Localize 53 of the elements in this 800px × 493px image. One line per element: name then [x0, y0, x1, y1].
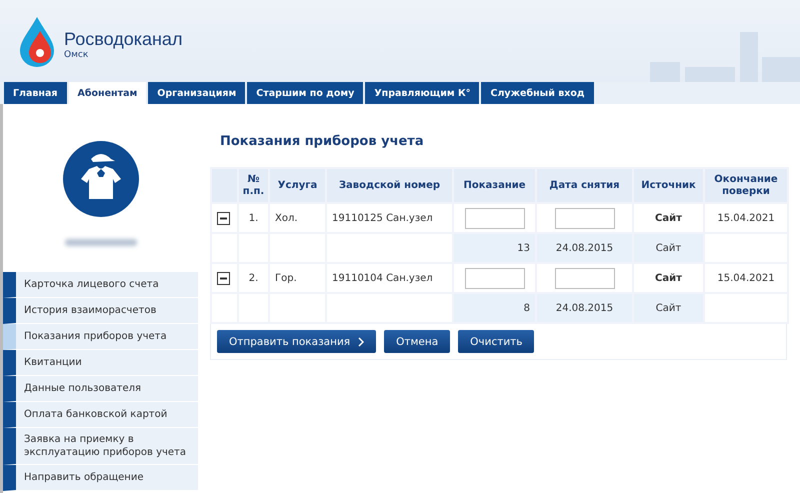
sidebar-menu-item[interactable]: Квитанции	[3, 350, 198, 376]
chevron-right-icon	[358, 336, 364, 346]
column-header: Показание	[453, 168, 536, 203]
date-input-field[interactable]	[554, 268, 614, 288]
minus-box-icon[interactable]	[217, 212, 230, 224]
column-header: Заводской номер	[326, 168, 453, 203]
column-header: Услуга	[269, 168, 326, 203]
reading-input-field[interactable]	[464, 208, 524, 228]
table-cell: 13	[453, 233, 536, 263]
column-header: № п.п.	[238, 168, 269, 203]
table-cell: Гор.	[269, 263, 326, 293]
table-cell: 19110104 Сан.узел	[326, 263, 453, 293]
table-cell: Сайт	[633, 203, 704, 233]
date-input-field[interactable]	[554, 208, 614, 228]
form-button[interactable]: Отправить показания	[217, 330, 376, 353]
nav-tab[interactable]: Старшим по дому	[247, 82, 364, 104]
column-header: Дата снятия	[536, 168, 633, 203]
sidebar-menu-item[interactable]: Карточка лицевого счета	[3, 272, 198, 298]
sidebar-menu-item[interactable]: История взаиморасчетов	[3, 298, 198, 324]
blurred-username	[64, 239, 136, 246]
sidebar-menu-item[interactable]: Оплата банковской картой	[3, 402, 198, 428]
table-cell: Сайт	[633, 263, 704, 293]
water-drop-logo-icon	[18, 15, 56, 67]
sidebar-menu-item[interactable]: Данные пользователя	[3, 376, 198, 402]
nav-tab[interactable]: Главная	[4, 82, 67, 104]
reading-input-field[interactable]	[464, 268, 524, 288]
nav-tab[interactable]: Абонентам	[68, 82, 146, 104]
user-avatar-icon	[62, 141, 138, 217]
table-cell: Хол.	[269, 203, 326, 233]
sidebar-menu-item[interactable]: Показания приборов учета	[3, 324, 198, 350]
table-cell: 15.04.2021	[704, 203, 788, 233]
table-cell: 24.08.2015	[536, 233, 633, 263]
table-cell: Сайт	[633, 293, 704, 323]
logo-name: Росводоканал	[64, 28, 182, 50]
table-cell: 8	[453, 293, 536, 323]
table-cell: 24.08.2015	[536, 293, 633, 323]
form-button[interactable]: Очистить	[458, 330, 534, 353]
form-button[interactable]: Отмена	[384, 330, 450, 353]
minus-box-icon[interactable]	[217, 272, 230, 284]
table-cell: 1.	[238, 203, 269, 233]
table-cell: 2.	[238, 263, 269, 293]
logo-city: Омск	[64, 50, 90, 60]
table-cell: 19110125 Сан.узел	[326, 203, 453, 233]
table-cell: 15.04.2021	[704, 263, 788, 293]
column-header: Окончание поверки	[704, 168, 788, 203]
column-header: Источник	[633, 168, 704, 203]
sidebar-menu-item[interactable]: Направить обращение	[3, 465, 198, 491]
nav-tab[interactable]: Управляющим К°	[365, 82, 480, 104]
table-cell: Сайт	[633, 233, 704, 263]
sidebar-menu-item[interactable]: Заявка на приемку в эксплуатацию приборов учета	[3, 428, 198, 465]
nav-tab[interactable]: Организациям	[148, 82, 246, 104]
nav-tab[interactable]: Служебный вход	[481, 82, 594, 104]
page-title: Показания приборов учета	[220, 134, 425, 149]
